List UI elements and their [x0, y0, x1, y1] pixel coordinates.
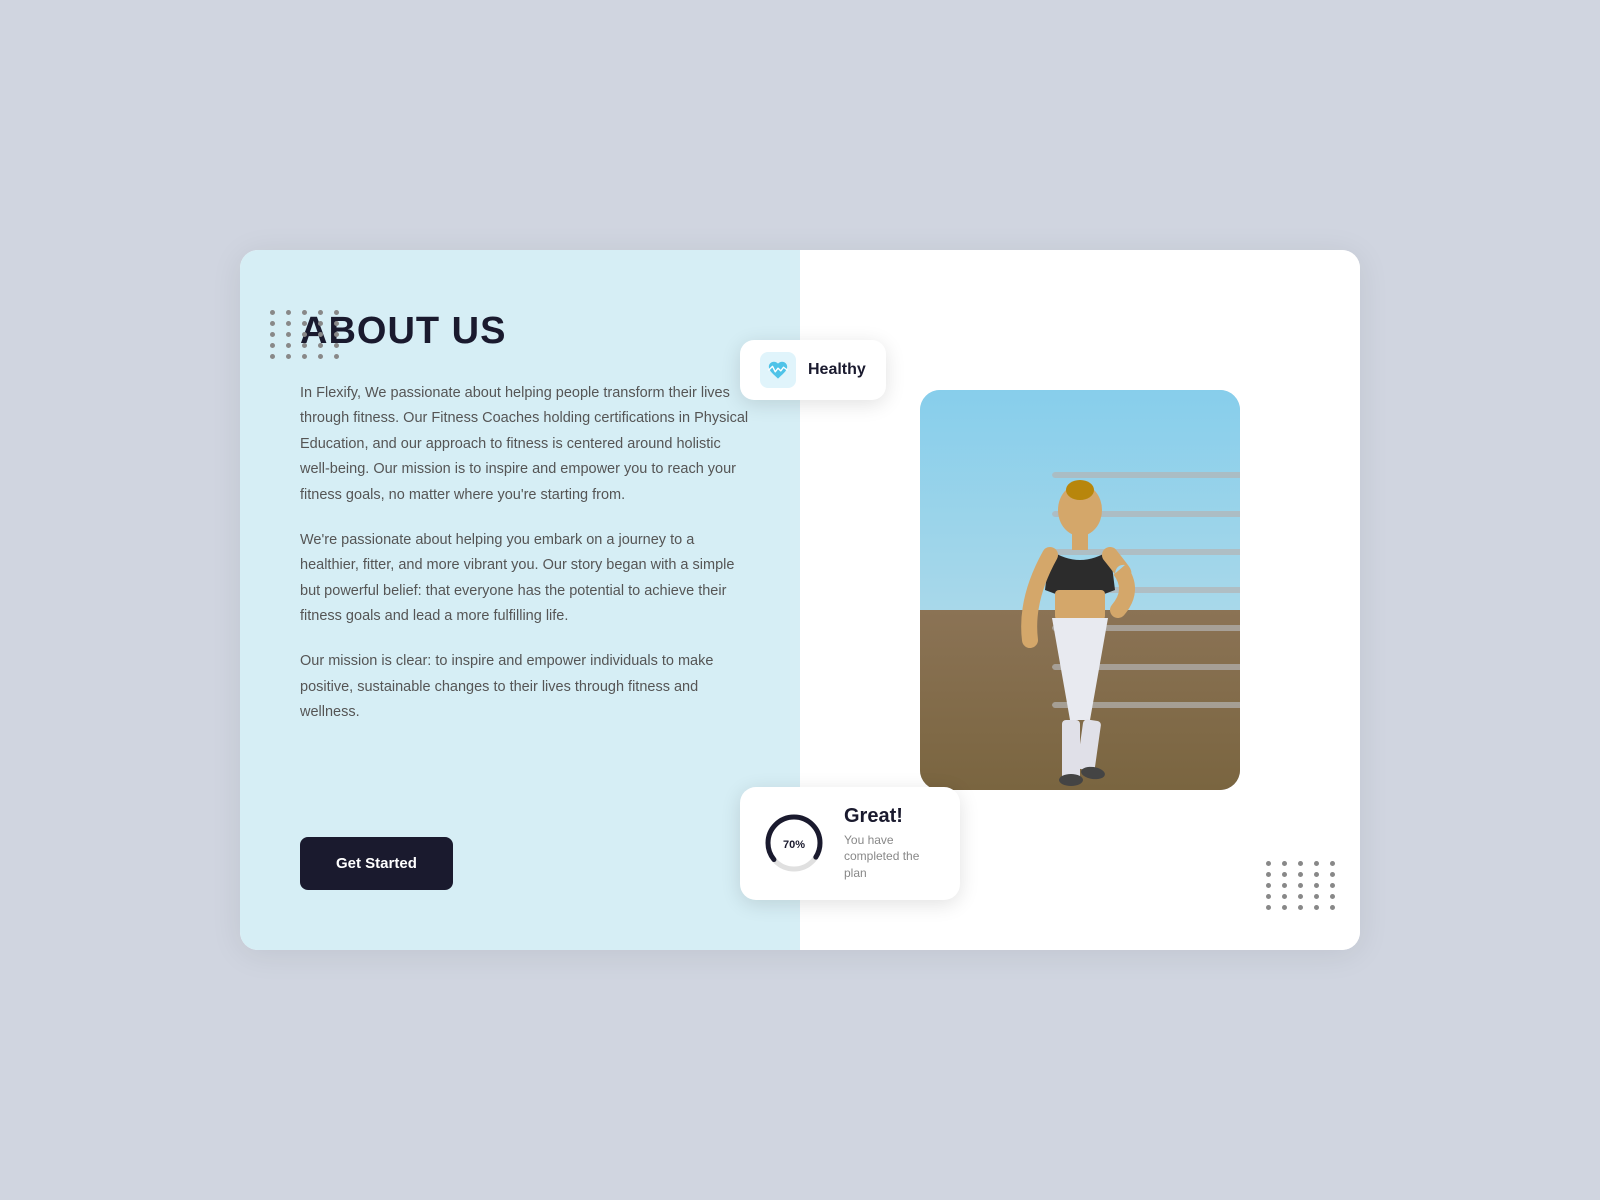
dot — [1298, 905, 1303, 910]
dot — [318, 332, 323, 337]
dot — [270, 321, 275, 326]
dot — [1330, 905, 1335, 910]
dot — [318, 321, 323, 326]
dot — [286, 343, 291, 348]
dot — [1266, 861, 1271, 866]
dot — [1282, 861, 1287, 866]
get-started-button[interactable]: Get Started — [300, 837, 453, 890]
dot — [1282, 894, 1287, 899]
dot — [334, 332, 339, 337]
dot — [286, 354, 291, 359]
progress-circle: 70% — [762, 811, 826, 875]
dot — [270, 343, 275, 348]
healthy-label: Healthy — [808, 361, 866, 379]
progress-info: Great! You have completed the plan — [844, 805, 938, 882]
dot — [1266, 872, 1271, 877]
dot — [318, 310, 323, 315]
dot — [318, 354, 323, 359]
svg-text:70%: 70% — [783, 839, 805, 851]
dot — [270, 310, 275, 315]
dot — [270, 332, 275, 337]
healthy-badge: Healthy — [740, 340, 886, 400]
dot — [1298, 883, 1303, 888]
progress-card: 70% Great! You have completed the plan — [740, 787, 960, 900]
dot — [1330, 861, 1335, 866]
dot — [286, 332, 291, 337]
about-paragraph-1: In Flexify, We passionate about helping … — [300, 381, 750, 508]
dot — [1314, 905, 1319, 910]
dot — [1282, 883, 1287, 888]
dot — [1330, 894, 1335, 899]
dot — [1314, 861, 1319, 866]
dot — [334, 354, 339, 359]
dot — [302, 343, 307, 348]
dot — [1266, 894, 1271, 899]
main-card: ABOUT US In Flexify, We passionate about… — [240, 250, 1360, 950]
dot — [1282, 872, 1287, 877]
dots-top-left — [270, 310, 344, 359]
dot — [1330, 872, 1335, 877]
dot — [1298, 861, 1303, 866]
about-paragraph-2: We're passionate about helping you embar… — [300, 528, 750, 630]
dot — [302, 332, 307, 337]
dot — [1266, 883, 1271, 888]
dot — [1282, 905, 1287, 910]
heartbeat-icon — [767, 359, 789, 381]
dot — [302, 354, 307, 359]
dot — [334, 321, 339, 326]
progress-subtitle: You have completed the plan — [844, 832, 938, 882]
dot — [334, 310, 339, 315]
dot — [1314, 872, 1319, 877]
dot — [286, 310, 291, 315]
fence-bar — [1052, 472, 1240, 478]
dot — [1314, 894, 1319, 899]
dot — [302, 321, 307, 326]
dots-bottom-right — [1266, 861, 1340, 910]
content-area: ABOUT US In Flexify, We passionate about… — [300, 310, 750, 746]
dot — [270, 354, 275, 359]
dot — [1298, 872, 1303, 877]
right-panel: Healthy 70% Great! You have completed th… — [800, 250, 1360, 950]
person-figure — [1000, 480, 1160, 790]
dot — [318, 343, 323, 348]
about-paragraph-3: Our mission is clear: to inspire and emp… — [300, 649, 750, 725]
dot — [1298, 894, 1303, 899]
fitness-image-bg — [920, 390, 1240, 790]
dot — [286, 321, 291, 326]
dot — [1266, 905, 1271, 910]
fitness-image — [920, 390, 1240, 790]
dot — [302, 310, 307, 315]
about-title: ABOUT US — [300, 310, 750, 353]
healthy-icon-container — [760, 352, 796, 388]
dot — [1330, 883, 1335, 888]
great-title: Great! — [844, 805, 938, 828]
dot — [334, 343, 339, 348]
dot — [1314, 883, 1319, 888]
